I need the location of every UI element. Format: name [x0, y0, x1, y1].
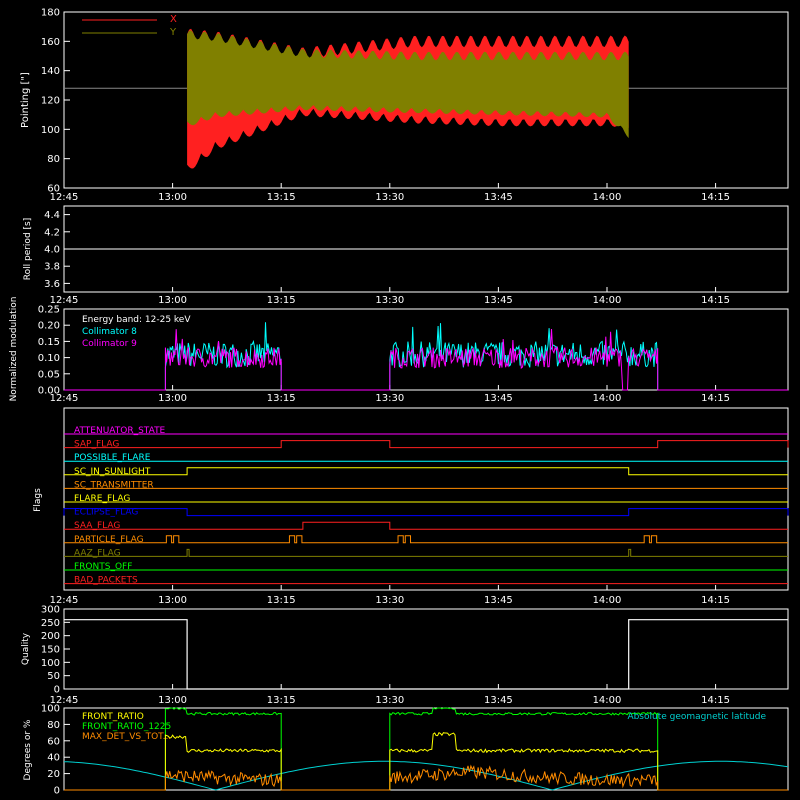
x-tick-label: 14:00: [593, 695, 622, 706]
y-tick-label: 4.4: [44, 210, 60, 221]
y-tick-label: 160: [41, 37, 60, 48]
roll-ylabel: Roll period [s]: [23, 218, 33, 280]
x-tick-label: 13:30: [375, 595, 404, 606]
x-tick-label: 14:00: [593, 295, 622, 306]
x-tick-label: 14:15: [701, 595, 730, 606]
y-tick-label: 80: [47, 720, 60, 731]
y-tick-label: 0.20: [38, 321, 60, 332]
y-tick-label: 300: [41, 605, 60, 616]
y-tick-label: 180: [41, 8, 60, 19]
collimator9-label: Collimator 9: [82, 339, 137, 349]
y-tick-label: 100: [41, 704, 60, 715]
x-tick-label: 13:30: [375, 295, 404, 306]
x-tick-label: 13:45: [484, 595, 513, 606]
y-tick-label: 3.8: [44, 262, 60, 273]
y-tick-label: 250: [41, 618, 60, 629]
x-tick-label: 14:15: [701, 295, 730, 306]
x-tick-label: 13:15: [267, 695, 296, 706]
pointing-ylabel: Pointing ["]: [20, 72, 31, 128]
x-tick-label: 13:30: [375, 393, 404, 404]
max-det-label: MAX_DET_VS_TOT...: [82, 732, 171, 742]
x-tick-label: 13:15: [267, 295, 296, 306]
x-tick-label: 13:00: [158, 695, 187, 706]
legend-y-label: Y: [169, 27, 177, 38]
x-tick-label: 13:45: [484, 695, 513, 706]
y-tick-label: 0: [54, 685, 60, 696]
x-tick-label: 13:30: [375, 192, 404, 203]
y-tick-label: 140: [41, 66, 60, 77]
y-tick-label: 50: [47, 671, 60, 682]
x-tick-label: 13:30: [375, 695, 404, 706]
x-tick-label: 13:00: [158, 295, 187, 306]
x-tick-label: 12:45: [50, 393, 79, 404]
ratio-ylabel: Degrees or %: [23, 719, 33, 780]
x-tick-label: 13:00: [158, 595, 187, 606]
y-tick-label: 120: [41, 96, 60, 107]
x-tick-label: 14:15: [701, 192, 730, 203]
y-tick-label: 0.25: [38, 305, 60, 316]
energy-band-label: Energy band: 12-25 keV: [82, 315, 191, 325]
x-tick-label: 13:45: [484, 295, 513, 306]
x-tick-label: 13:15: [267, 595, 296, 606]
x-tick-label: 13:45: [484, 192, 513, 203]
x-tick-label: 14:00: [593, 393, 622, 404]
x-tick-label: 14:15: [701, 393, 730, 404]
legend-x-label: X: [170, 14, 177, 25]
rhessi-quicklook-figure: Pointing ["] 60 80 100 120 140 160 180 12:45 13…: [0, 0, 800, 800]
geomag-label: Absolute geomagnetic latitude: [627, 712, 766, 722]
front-ratio-label: FRONT_RATIO: [82, 712, 144, 722]
x-tick-label: 14:15: [701, 695, 730, 706]
y-tick-label: 20: [47, 769, 60, 780]
y-tick-label: 100: [41, 658, 60, 669]
y-tick-label: 80: [47, 154, 60, 165]
x-tick-label: 13:15: [267, 393, 296, 404]
x-tick-label: 14:00: [593, 192, 622, 203]
x-tick-label: 13:00: [158, 192, 187, 203]
y-tick-label: 60: [47, 736, 60, 747]
y-tick-label: 150: [41, 645, 60, 656]
modulation-ylabel: Normalized modulation: [9, 297, 19, 402]
x-tick-label: 14:00: [593, 595, 622, 606]
front-ratio-1225-label: FRONT_RATIO_1225: [82, 722, 171, 732]
y-tick-label: 4.0: [44, 245, 60, 256]
x-tick-label: 13:45: [484, 393, 513, 404]
collimator8-label: Collimator 8: [82, 327, 137, 337]
y-tick-label: 4.2: [44, 227, 60, 238]
x-tick-label: 12:45: [50, 192, 79, 203]
y-tick-label: 0.10: [38, 353, 60, 364]
y-tick-label: 0: [54, 786, 60, 797]
y-tick-label: 40: [47, 753, 60, 764]
y-tick-label: 0.05: [38, 369, 60, 380]
y-tick-label: 0.15: [38, 337, 60, 348]
flags-ylabel: Flags: [33, 488, 43, 512]
y-tick-label: 3.6: [44, 279, 60, 290]
y-tick-label: 200: [41, 631, 60, 642]
x-tick-label: 13:15: [267, 192, 296, 203]
y-tick-label: 100: [41, 125, 60, 136]
x-tick-label: 13:00: [158, 393, 187, 404]
quality-ylabel: Quality: [21, 632, 31, 665]
